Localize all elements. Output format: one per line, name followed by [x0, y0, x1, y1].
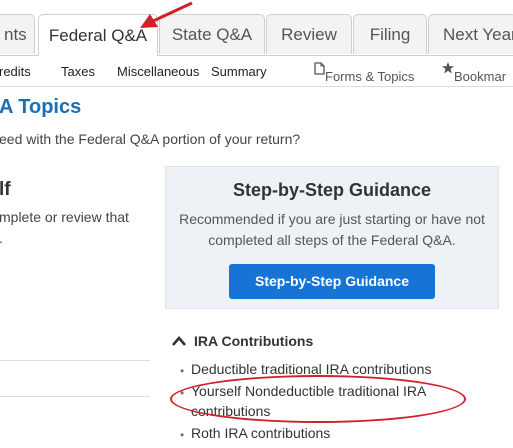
bullet-icon: •: [180, 364, 185, 378]
bookmark-link[interactable]: Bookmar: [442, 61, 506, 84]
caret-up-icon: [172, 336, 186, 346]
tab-review[interactable]: Review: [266, 14, 352, 54]
tab-next-year[interactable]: Next Year: [428, 14, 513, 54]
guidance-description: Recommended if you are just starting or …: [166, 209, 498, 251]
tab-bar: nts Federal Q&A State Q&A Review Filing …: [0, 0, 513, 56]
page-title: A Topics: [0, 96, 82, 118]
ira-section-title: IRA Contributions: [194, 333, 314, 349]
tab-label: Filing: [369, 24, 411, 44]
guidance-description-line: Recommended if you are just starting or …: [179, 211, 485, 227]
sub-navigation: redits Taxes Miscellaneous Summary Forms…: [0, 56, 513, 87]
tab-label: nts: [4, 24, 27, 44]
ira-item-label: Roth IRA contributions: [191, 425, 331, 441]
left-panel-text: mplete or review that .: [0, 207, 129, 249]
tab-payments[interactable]: nts: [0, 14, 35, 54]
forms-topics-link[interactable]: Forms & Topics: [314, 61, 414, 84]
left-panel-line: .: [0, 228, 129, 249]
tab-label: Federal Q&A: [48, 25, 148, 45]
tab-label: Review: [281, 24, 337, 44]
tab-label: Next Year: [443, 24, 513, 44]
divider: [0, 396, 150, 397]
tab-filing[interactable]: Filing: [353, 14, 427, 54]
page-question: eed with the Federal Q&A portion of your…: [0, 131, 301, 147]
document-icon: [314, 62, 325, 75]
step-by-step-guidance-button[interactable]: Step-by-Step Guidance: [229, 264, 435, 299]
guidance-title: Step-by-Step Guidance: [232, 180, 432, 200]
guidance-description-line: completed all steps of the Federal Q&A.: [208, 232, 456, 248]
subnav-summary[interactable]: Summary: [211, 64, 267, 79]
bookmark-icon: [442, 62, 454, 74]
ira-item-roth[interactable]: • Roth IRA contributions: [180, 423, 500, 443]
arrow-annotation-icon: [140, 1, 193, 28]
left-panel-heading: lf: [0, 179, 11, 200]
subnav-credits[interactable]: redits: [0, 64, 31, 79]
bookmark-label: Bookmar: [454, 69, 507, 84]
subnav-miscellaneous[interactable]: Miscellaneous: [117, 64, 199, 79]
subnav-taxes[interactable]: Taxes: [61, 64, 95, 79]
bullet-icon: •: [180, 428, 185, 442]
guidance-card: Step-by-Step Guidance Recommended if you…: [165, 166, 499, 309]
highlight-ellipse-annotation: [170, 375, 466, 423]
forms-topics-label: Forms & Topics: [325, 69, 415, 84]
divider: [0, 360, 150, 361]
left-panel-line: mplete or review that: [0, 209, 129, 225]
ira-section-header[interactable]: IRA Contributions: [172, 333, 313, 349]
